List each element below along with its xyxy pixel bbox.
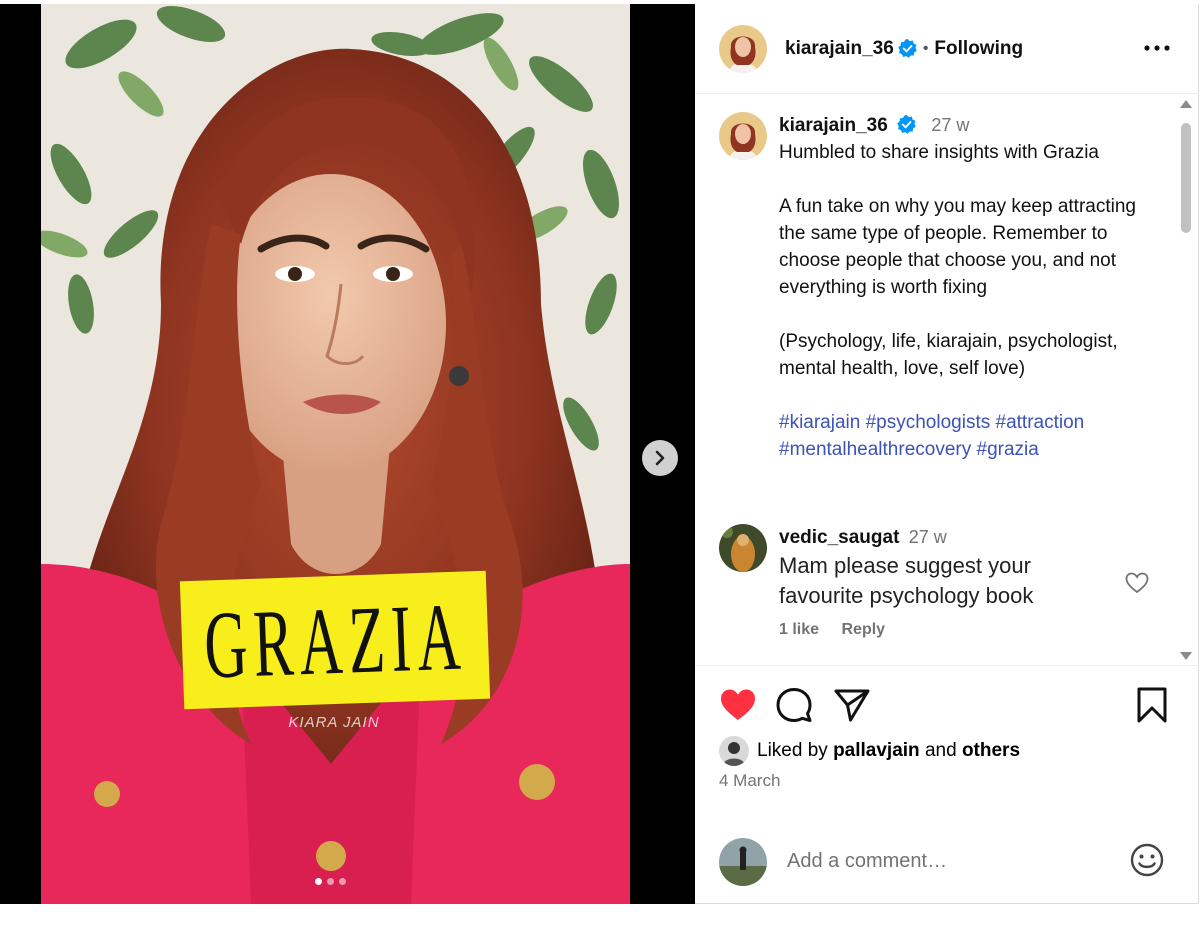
author-avatar[interactable] (719, 24, 767, 73)
commenter-username[interactable]: vedic_saugat (779, 527, 899, 548)
heart-filled-icon[interactable] (719, 686, 757, 724)
likes-summary: Liked by pallavjain and others (719, 736, 1020, 766)
current-user-avatar[interactable] (719, 837, 767, 886)
verified-badge-icon (898, 39, 917, 58)
caption-hashtags: #kiarajain #psychologists #attraction #m… (779, 409, 1159, 463)
header-user-info: kiarajain_36 • Following (785, 38, 1023, 60)
comment-bubble-icon[interactable] (775, 686, 813, 724)
liked-by-joiner: and (924, 740, 957, 761)
more-options-button[interactable] (1143, 34, 1171, 62)
comment-timestamp[interactable]: 27 w (909, 527, 947, 547)
caption-header: kiarajain_36 27 w (779, 112, 1159, 139)
post-details-panel: kiarajain_36 • Following kiarajain_36 27… (695, 4, 1199, 904)
more-options-icon (1144, 45, 1170, 51)
comment-item: vedic_saugat 27 w Mam please suggest you… (719, 524, 1159, 639)
following-button[interactable]: Following (934, 38, 1023, 60)
emoji-icon[interactable] (1129, 842, 1165, 878)
comments-scroll-area[interactable]: kiarajain_36 27 w Humbled to share insig… (695, 94, 1199, 666)
liked-by-others-link[interactable]: others (962, 740, 1020, 762)
chevron-right-icon (655, 450, 665, 466)
post-header: kiarajain_36 • Following (695, 4, 1199, 94)
author-username[interactable]: kiarajain_36 (785, 38, 894, 60)
commenter-avatar[interactable] (719, 524, 767, 572)
hashtag-link[interactable]: #attraction (996, 412, 1085, 433)
liker-avatar[interactable] (719, 736, 749, 766)
comment-text: Mam please suggest your favourite psycho… (779, 553, 1034, 608)
liked-by-user-link[interactable]: pallavjain (833, 740, 920, 762)
comment-meta: 1 like Reply (779, 621, 1109, 639)
portrait-illustration (41, 4, 630, 904)
verified-badge-icon (897, 115, 916, 134)
bookmark-icon[interactable] (1133, 686, 1171, 724)
comment-reply-button[interactable]: Reply (841, 621, 885, 638)
comment-header: vedic_saugat 27 w (779, 524, 1109, 551)
post-photo: GRAZIA KIARA JAIN (41, 4, 630, 904)
hashtag-link[interactable]: #mentalhealthrecovery (779, 439, 971, 460)
carousel-dot (327, 878, 334, 885)
carousel-indicator (315, 878, 346, 885)
caption: kiarajain_36 27 w Humbled to share insig… (719, 112, 1159, 463)
grazia-logo-text: GRAZIA (202, 581, 468, 699)
comment-likes-count[interactable]: 1 like (779, 621, 819, 638)
comment-body: vedic_saugat 27 w Mam please suggest you… (779, 524, 1109, 639)
add-comment-bar (695, 819, 1199, 904)
grazia-magazine-logo: GRAZIA (179, 570, 491, 710)
caption-author-avatar[interactable] (719, 112, 767, 160)
next-slide-button[interactable] (642, 440, 678, 476)
comments-scrollbar[interactable] (1178, 99, 1194, 661)
photo-author-credit: KIARA JAIN (288, 714, 380, 731)
carousel-dot (315, 878, 322, 885)
scroll-up-arrow-icon[interactable] (1179, 99, 1193, 109)
scroll-down-arrow-icon[interactable] (1179, 651, 1193, 661)
header-separator: • (922, 39, 929, 57)
carousel-dot (339, 878, 346, 885)
caption-body: kiarajain_36 27 w Humbled to share insig… (779, 112, 1159, 463)
caption-text: Humbled to share insights with Grazia A … (779, 142, 1136, 379)
post-media-panel: GRAZIA KIARA JAIN (0, 4, 695, 904)
scrollbar-thumb[interactable] (1181, 123, 1191, 233)
comment-like-heart-icon[interactable] (1125, 572, 1149, 594)
post-actions (719, 686, 1179, 726)
add-comment-input[interactable] (787, 850, 1107, 873)
liked-by-prefix: Liked by (757, 740, 828, 761)
hashtag-link[interactable]: #kiarajain (779, 412, 860, 433)
caption-timestamp[interactable]: 27 w (931, 115, 969, 135)
hashtag-link[interactable]: #grazia (977, 439, 1039, 460)
post-date[interactable]: 4 March (719, 771, 780, 791)
caption-username[interactable]: kiarajain_36 (779, 115, 888, 136)
paper-plane-icon[interactable] (833, 686, 871, 724)
hashtag-link[interactable]: #psychologists (866, 412, 991, 433)
